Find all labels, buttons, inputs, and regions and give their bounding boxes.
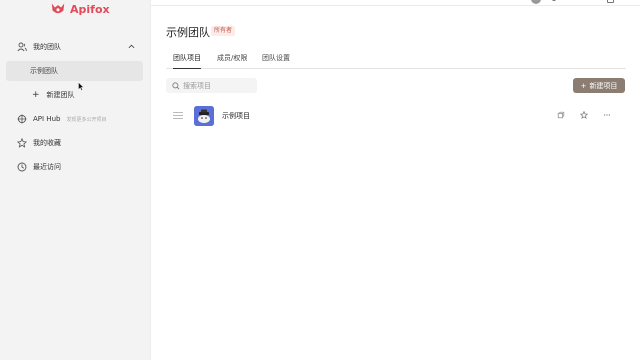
sidebar-item-label: 我的团队 [33,43,61,51]
hub-icon [17,114,27,124]
clock-icon [17,162,27,172]
sidebar-item-my-teams[interactable]: 我的团队 [6,37,143,57]
project-row[interactable]: 示例项目 [166,104,626,128]
page-title: 示例团队 [166,26,210,39]
new-project-label: 新建项目 [589,81,618,90]
more-icon[interactable] [602,110,612,120]
top-bar [151,0,640,6]
search-input[interactable] [183,81,253,90]
app-name: Apifox [70,2,110,16]
api-hub-hint: 发现更多公开项目 [66,116,107,123]
sidebar-item-favorites[interactable]: 我的收藏 [6,133,143,153]
project-name: 示例项目 [222,112,250,120]
mouse-cursor-icon [78,82,84,91]
tab-members[interactable]: 成员/权限 [217,53,247,69]
sidebar-item-label: 最近访问 [33,163,61,171]
drag-handle-icon[interactable] [173,112,183,119]
new-team-label: 新建团队 [46,91,75,99]
sidebar-item-label: 示例团队 [30,67,58,75]
project-avatar-icon [194,106,214,126]
tab-team-projects[interactable]: 团队项目 [173,53,201,69]
app-logo[interactable]: Apifox [50,2,110,16]
chevron-up-icon[interactable] [128,43,135,50]
tab-team-settings[interactable]: 团队设置 [262,53,290,69]
search-box [166,78,257,93]
sidebar: Apifox 我的团队 示例团队 + 新建团队 API Hub 发现更多公开项目… [0,0,151,360]
window-icon[interactable] [607,0,614,3]
new-team-button[interactable]: + 新建团队 [6,85,143,105]
sidebar-item-api-hub[interactable]: API Hub 发现更多公开项目 [6,109,143,129]
plus-icon: + [32,90,40,100]
role-badge: 所有者 [211,26,236,36]
sidebar-item-label: 我的收藏 [33,139,61,147]
star-icon [17,138,27,148]
users-icon [17,42,27,52]
sidebar-item-team[interactable]: 示例团队 [6,61,143,81]
tab-bar: 团队项目 成员/权限 团队设置 [166,50,626,69]
search-icon [172,81,180,89]
plus-icon: + [580,81,587,90]
sidebar-item-label: API Hub [33,115,61,123]
copy-icon[interactable] [556,110,566,120]
apifox-logo-icon [51,3,65,14]
sidebar-item-recent[interactable]: 最近访问 [6,157,143,177]
star-icon[interactable] [579,110,589,120]
new-project-button[interactable]: + 新建项目 [573,78,625,93]
